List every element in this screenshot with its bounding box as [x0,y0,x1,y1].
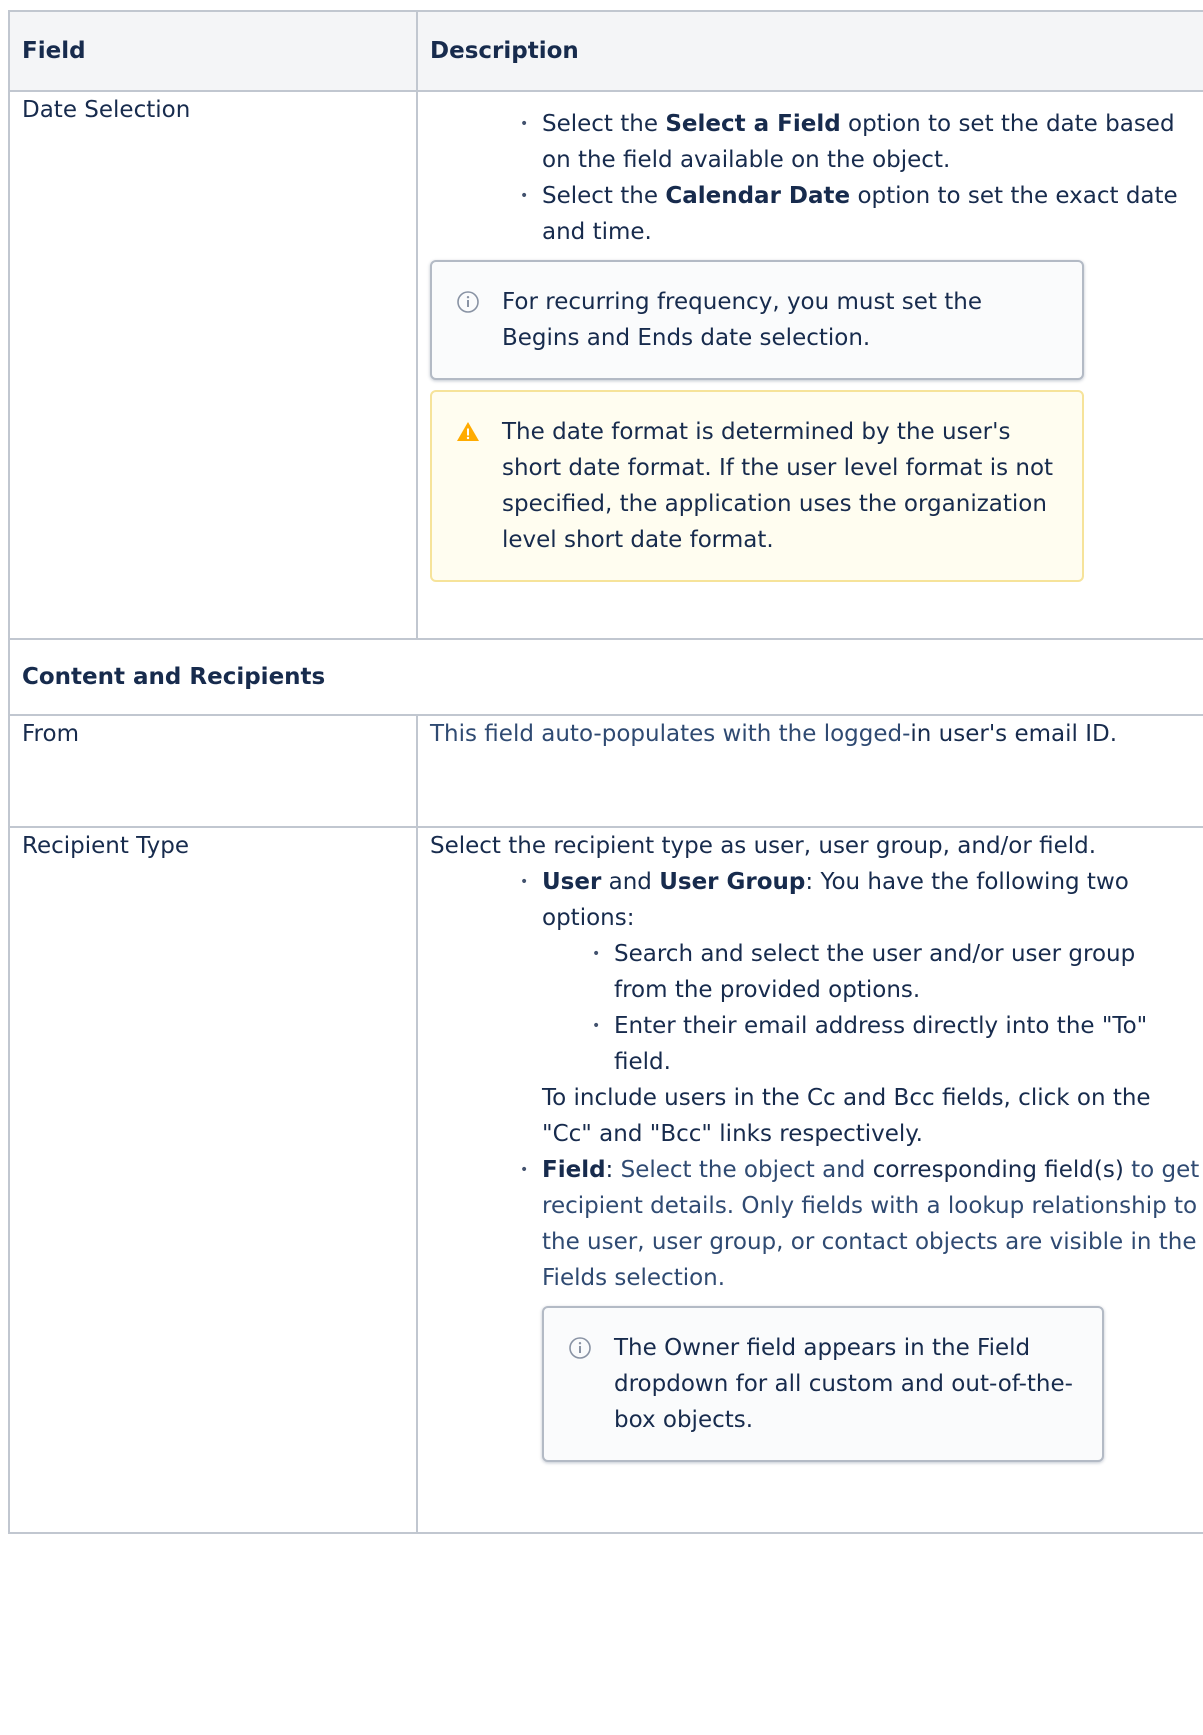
field-name-recipient-type: Recipient Type [8,826,418,1534]
recipient-options: User and User Group: You have the follow… [430,864,1203,1296]
table-row-from: From This field auto-populates with the … [8,714,1203,828]
info-panel: For recurring frequency, you must set th… [430,260,1084,380]
description-recipient-type: Select the recipient type as user, user … [416,826,1203,1534]
date-selection-options: Select the Select a Field option to set … [430,106,1203,250]
warning-icon [457,422,479,441]
table-row-date-selection: Date Selection Select the Select a Field… [8,90,1203,640]
fields-table: Field Description Date Selection Select … [8,10,1203,1534]
header-description: Description [416,10,1203,92]
field-name-from: From [8,714,418,828]
warning-note-text: The date format is determined by the use… [502,419,1054,553]
list-item-field: Field: Select the object and correspondi… [520,1152,1203,1296]
list-item: Enter their email address directly into … [592,1008,1200,1080]
owner-info-panel: The Owner field appears in the Field dro… [542,1306,1104,1462]
owner-note-text: The Owner field appears in the Field dro… [614,1335,1073,1433]
list-item: Select the Select a Field option to set … [520,106,1203,178]
description-from: This field auto-populates with the logge… [416,714,1203,828]
cc-bcc-note: To include users in the Cc and Bcc field… [542,1085,1151,1147]
from-link-text[interactable]: This field auto-populates with the logge… [430,721,910,747]
recipient-intro: Select the recipient type as user, user … [430,833,1097,859]
section-heading: Content and Recipients [8,638,1203,716]
description-date-selection: Select the Select a Field option to set … [416,90,1203,640]
table-header-row: Field Description [8,10,1203,92]
list-item-user-group: User and User Group: You have the follow… [520,864,1203,1152]
section-heading-row: Content and Recipients [8,638,1203,716]
table-row-recipient-type: Recipient Type Select the recipient type… [8,826,1203,1534]
list-item: Select the Calendar Date option to set t… [520,178,1203,250]
header-field: Field [8,10,418,92]
info-icon [569,1337,591,1359]
info-icon [457,291,479,313]
field-name-date-selection: Date Selection [8,90,418,640]
info-note-text: For recurring frequency, you must set th… [502,289,983,351]
warning-panel: The date format is determined by the use… [430,390,1084,582]
list-item: Search and select the user and/or user g… [592,936,1200,1008]
user-sub-options: Search and select the user and/or user g… [542,936,1200,1080]
